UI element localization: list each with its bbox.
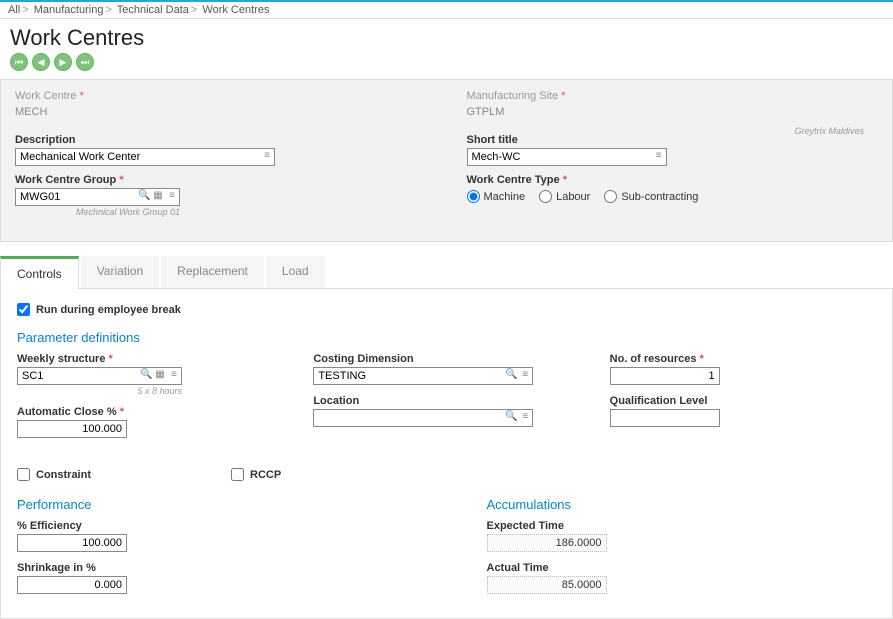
record-nav: ⏮ ◀ ▶ ⏭ xyxy=(0,53,893,79)
list-icon[interactable]: ▦ xyxy=(154,369,166,381)
next-record-button[interactable]: ▶ xyxy=(54,53,72,71)
lookup-icon[interactable]: ≡ xyxy=(653,150,665,162)
header-panel: Work Centre * MECH Description ≡ Work Ce… xyxy=(0,79,893,242)
group-label: Work Centre Group * xyxy=(15,174,427,186)
section-performance: Performance xyxy=(17,497,407,512)
shrinkage-input[interactable] xyxy=(17,576,127,594)
section-parameter-definitions: Parameter definitions xyxy=(17,330,876,345)
weekly-helper: 5 x 8 hours xyxy=(17,386,182,396)
nores-input[interactable] xyxy=(610,367,720,385)
work-centre-value: MECH xyxy=(15,104,427,126)
tab-body-controls: Run during employee break Parameter defi… xyxy=(0,289,893,619)
search-icon[interactable]: 🔍 xyxy=(505,369,517,381)
short-title-input[interactable] xyxy=(467,148,667,166)
tab-variation[interactable]: Variation xyxy=(81,256,159,288)
breadcrumb-item[interactable]: Work Centres xyxy=(202,4,269,16)
last-record-button[interactable]: ⏭ xyxy=(76,53,94,71)
type-radio-machine[interactable]: Machine xyxy=(467,190,526,203)
expected-time-label: Expected Time xyxy=(487,520,877,532)
search-icon[interactable]: 🔍 xyxy=(140,369,152,381)
breadcrumb-item[interactable]: Technical Data xyxy=(117,4,189,16)
site-value: GTPLM xyxy=(467,104,879,126)
breadcrumb-item[interactable]: All xyxy=(8,4,20,16)
location-input[interactable] xyxy=(313,409,533,427)
work-centre-label: Work Centre * xyxy=(15,90,427,102)
tab-load[interactable]: Load xyxy=(266,256,325,288)
constraint-checkbox[interactable]: Constraint xyxy=(17,468,91,481)
description-label: Description xyxy=(15,134,427,146)
breadcrumb: All> Manufacturing> Technical Data> Work… xyxy=(8,4,885,16)
type-radio-labour[interactable]: Labour xyxy=(539,190,590,203)
menu-icon[interactable]: ≡ xyxy=(166,190,178,202)
search-icon[interactable]: 🔍 xyxy=(505,411,517,423)
actual-time-value: 85.0000 xyxy=(487,576,607,594)
autoclose-input[interactable] xyxy=(17,420,127,438)
list-icon[interactable]: ▦ xyxy=(152,190,164,202)
run-during-break-checkbox[interactable]: Run during employee break xyxy=(17,303,876,316)
description-input[interactable] xyxy=(15,148,275,166)
nores-label: No. of resources * xyxy=(610,353,876,365)
shrinkage-label: Shrinkage in % xyxy=(17,562,407,574)
prev-record-button[interactable]: ◀ xyxy=(32,53,50,71)
section-accumulations: Accumulations xyxy=(487,497,877,512)
costdim-input[interactable] xyxy=(313,367,533,385)
qual-label: Qualification Level xyxy=(610,395,876,407)
breadcrumb-bar: All> Manufacturing> Technical Data> Work… xyxy=(0,0,893,19)
autoclose-label: Automatic Close % * xyxy=(17,406,283,418)
page-title: Work Centres xyxy=(0,19,893,53)
qual-input[interactable] xyxy=(610,409,720,427)
menu-icon[interactable]: ≡ xyxy=(519,369,531,381)
location-label: Location xyxy=(313,395,579,407)
rccp-checkbox[interactable]: RCCP xyxy=(231,468,281,481)
type-label: Work Centre Type * xyxy=(467,174,879,186)
expected-time-value: 186.0000 xyxy=(487,534,607,552)
weekly-label: Weekly structure * xyxy=(17,353,283,365)
tabs: Controls Variation Replacement Load xyxy=(0,256,893,289)
actual-time-label: Actual Time xyxy=(487,562,877,574)
tab-controls[interactable]: Controls xyxy=(0,256,79,289)
search-icon[interactable]: 🔍 xyxy=(138,190,150,202)
menu-icon[interactable]: ≡ xyxy=(168,369,180,381)
type-radio-sub[interactable]: Sub-contracting xyxy=(604,190,698,203)
site-label: Manufacturing Site * xyxy=(467,90,879,102)
first-record-button[interactable]: ⏮ xyxy=(10,53,28,71)
lookup-icon[interactable]: ≡ xyxy=(261,150,273,162)
menu-icon[interactable]: ≡ xyxy=(519,411,531,423)
site-helper: Greytrix Maldives xyxy=(794,126,864,136)
group-helper: Mechnical Work Group 01 xyxy=(15,207,180,217)
tab-replacement[interactable]: Replacement xyxy=(161,256,264,288)
breadcrumb-item[interactable]: Manufacturing xyxy=(34,4,104,16)
costdim-label: Costing Dimension xyxy=(313,353,579,365)
efficiency-input[interactable] xyxy=(17,534,127,552)
efficiency-label: % Efficiency xyxy=(17,520,407,532)
